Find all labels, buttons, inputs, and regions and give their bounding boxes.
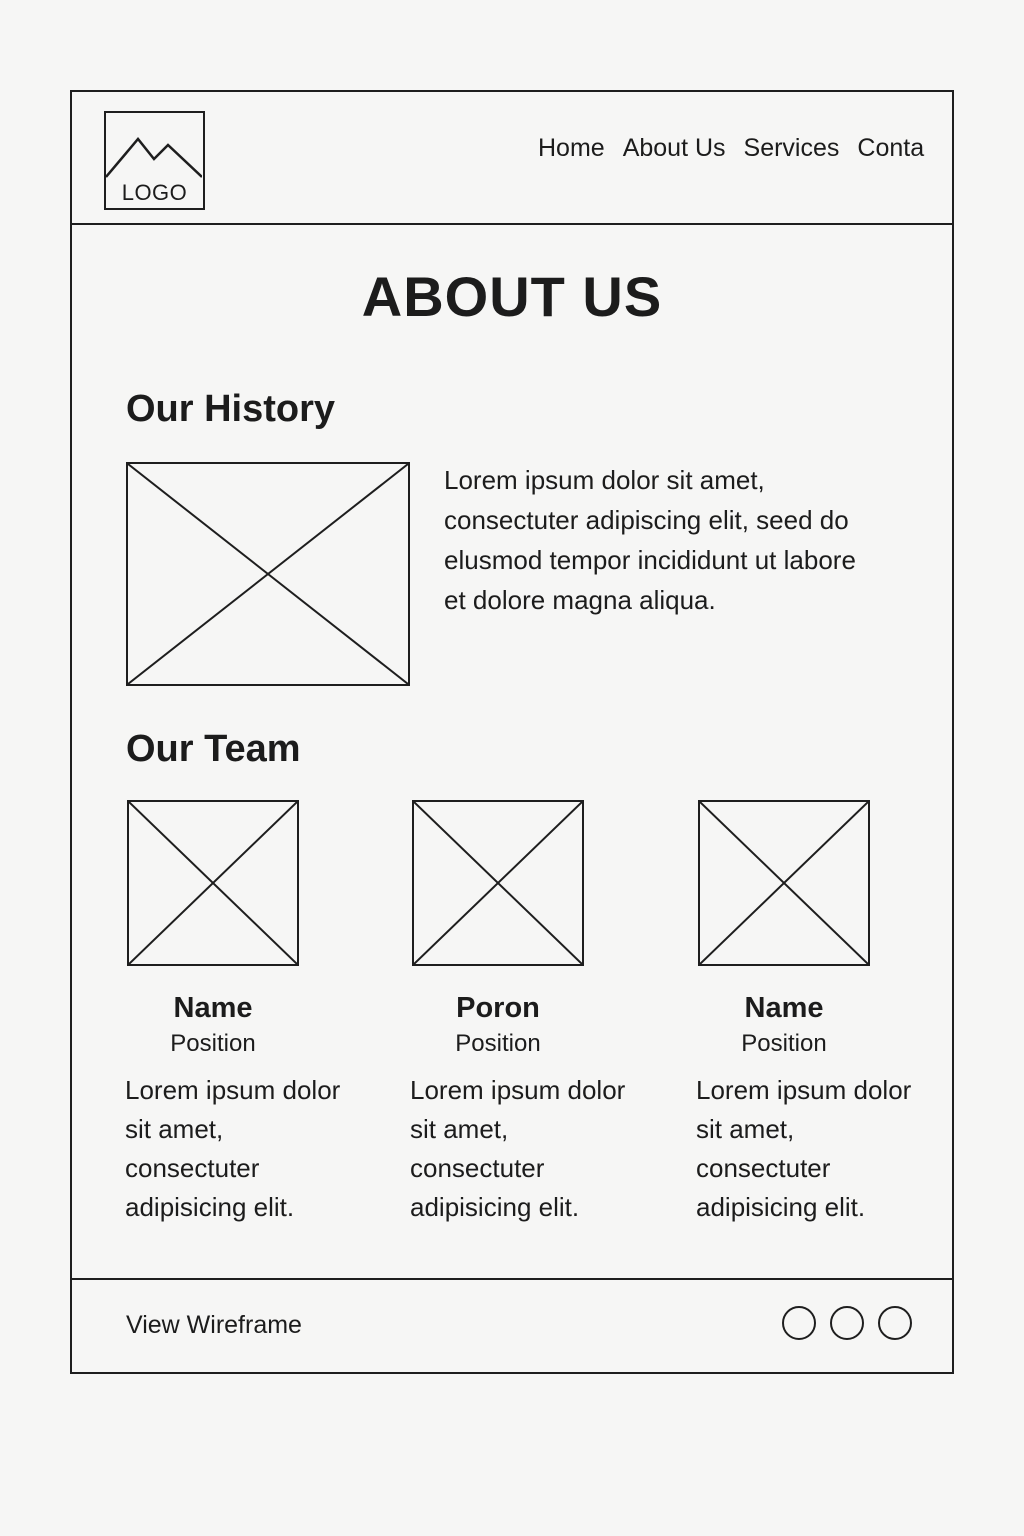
member-description: Lorem ipsum dolor sit amet, consectuter … [696,1075,912,1222]
pagination-dot[interactable] [782,1306,816,1340]
view-wireframe-link[interactable]: View Wireframe [126,1311,302,1340]
member-position: Position [741,1030,827,1057]
member-name: Poron [456,992,540,1024]
pagination-dot[interactable] [878,1306,912,1340]
nav-item-services[interactable]: Services [744,134,840,163]
site-footer: View Wireframe [72,1278,952,1372]
member-photo-placeholder [698,800,870,966]
member-position: Position [170,1030,256,1057]
nav-item-home[interactable]: Home [538,134,605,163]
member-name: Name [744,992,824,1024]
member-photo-placeholder [127,800,299,966]
pagination-dots [768,1306,912,1345]
wireframe-page: LOGO Home About Us Services Conta ABOUT US … [70,90,954,1374]
site-header: LOGO Home About Us Services Conta [72,92,952,225]
member-description: Lorem ipsum dolor sit amet, consectuter … [125,1075,341,1222]
image-placeholder-icon [700,802,868,964]
logo[interactable]: LOGO [104,111,205,210]
image-placeholder-icon [128,464,408,684]
page-title: ABOUT US [361,265,663,328]
member-photo-placeholder [412,800,584,966]
history-heading: Our History [126,388,336,430]
pagination-dot[interactable] [830,1306,864,1340]
history-text: Lorem ipsum dolor sit amet, consectuter … [444,465,856,615]
main-nav: Home About Us Services Conta [538,134,942,163]
image-placeholder-icon [414,802,582,964]
history-image-placeholder [126,462,410,686]
nav-item-about-us[interactable]: About Us [623,134,726,163]
image-placeholder-icon [129,802,297,964]
member-name: Name [173,992,253,1024]
nav-item-contact[interactable]: Conta [857,134,924,163]
member-description: Lorem ipsum dolor sit amet, consectuter … [410,1075,626,1222]
team-heading: Our Team [126,728,301,770]
logo-text: LOGO [121,180,188,205]
member-position: Position [455,1030,541,1057]
